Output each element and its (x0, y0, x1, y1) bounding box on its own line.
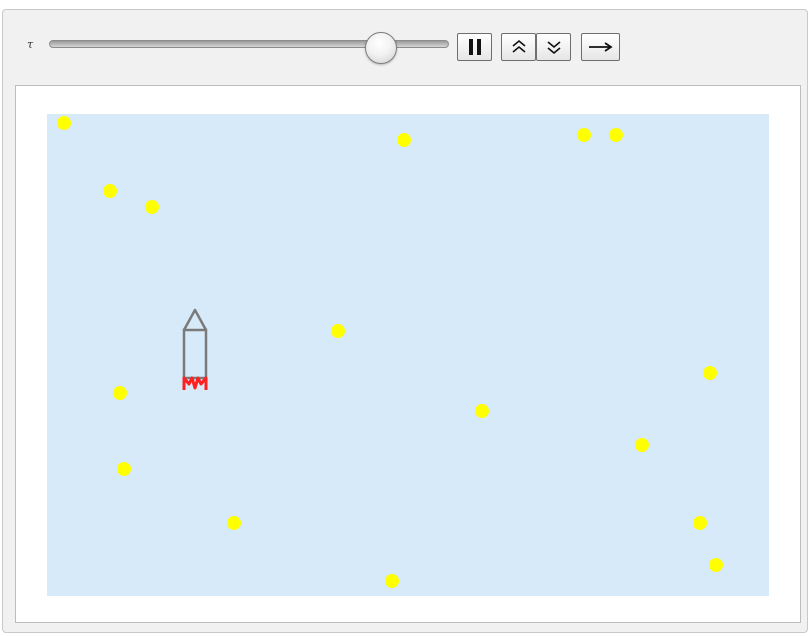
slider-thumb[interactable] (365, 32, 397, 64)
direction-button[interactable] (581, 33, 620, 61)
star (577, 128, 591, 142)
double-chevron-up-icon (511, 39, 526, 53)
star (475, 404, 489, 418)
star (117, 462, 131, 476)
pause-icon (468, 39, 481, 55)
slower-button[interactable] (536, 33, 571, 61)
star (609, 128, 623, 142)
control-bar: τ (3, 10, 807, 84)
manipulate-panel: τ (2, 9, 808, 633)
star (703, 366, 717, 380)
scene-svg (47, 114, 769, 596)
star (227, 516, 241, 530)
sky-background (47, 114, 769, 596)
arrow-right-icon (588, 42, 613, 52)
animation-canvas (47, 114, 769, 596)
pause-button[interactable] (457, 33, 492, 61)
star (331, 324, 345, 338)
slider-label: τ (27, 38, 34, 51)
star (397, 133, 411, 147)
star (103, 184, 117, 198)
star (113, 386, 127, 400)
star (635, 438, 649, 452)
star (693, 516, 707, 530)
output-frame (15, 85, 801, 623)
star (145, 200, 159, 214)
star (709, 558, 723, 572)
star (385, 574, 399, 588)
star (57, 116, 71, 130)
double-chevron-down-icon (546, 41, 561, 55)
faster-button[interactable] (501, 33, 536, 61)
